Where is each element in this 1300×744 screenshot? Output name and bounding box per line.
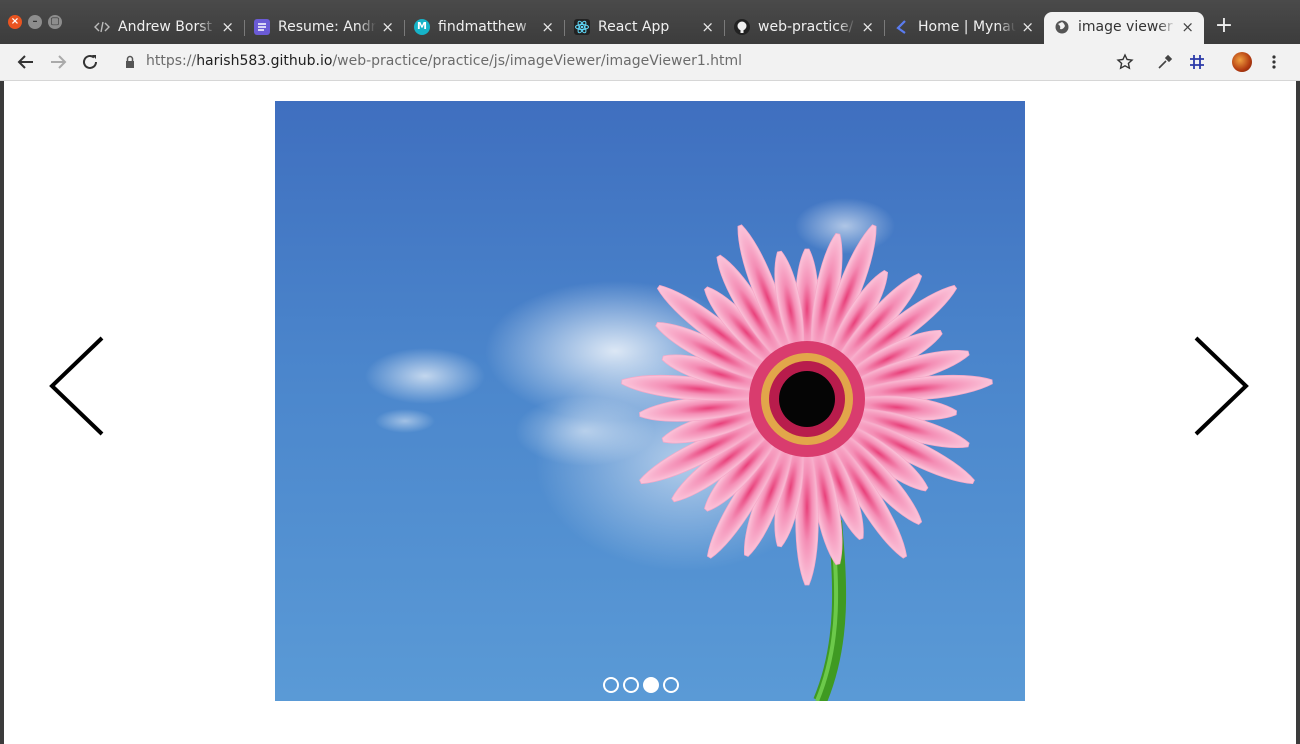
tab-home-mynau[interactable]: Home | Mynau × bbox=[884, 12, 1044, 44]
menu-kebab-icon[interactable] bbox=[1264, 52, 1284, 72]
tab-react-app[interactable]: React App × bbox=[564, 12, 724, 44]
url-path: /web-practice/practice/js/imageViewer/im… bbox=[332, 53, 743, 69]
tab-andrew-borst[interactable]: Andrew Borst × bbox=[84, 12, 244, 44]
tab-title: web-practice/ bbox=[758, 19, 854, 35]
next-arrow-button[interactable] bbox=[1194, 336, 1250, 436]
tab-title: image viewer bbox=[1078, 19, 1173, 35]
slide-dot[interactable] bbox=[663, 677, 679, 693]
tab-close-button[interactable]: × bbox=[221, 12, 234, 42]
window-controls: × – ▢ bbox=[8, 15, 62, 29]
page-content bbox=[4, 81, 1296, 744]
k-logo-icon bbox=[894, 19, 910, 35]
docs-icon bbox=[254, 19, 270, 35]
back-icon[interactable] bbox=[16, 52, 36, 72]
tab-title: React App bbox=[598, 19, 670, 35]
forward-icon[interactable] bbox=[48, 52, 68, 72]
tab-title: Home | Mynau bbox=[918, 19, 1016, 35]
tab-web-practice[interactable]: web-practice/ × bbox=[724, 12, 884, 44]
slide-indicators bbox=[603, 677, 679, 693]
url-scheme: https:// bbox=[146, 53, 197, 69]
globe-icon bbox=[1054, 19, 1070, 35]
window-minimize-button[interactable]: – bbox=[28, 15, 42, 29]
browser-toolbar: https://harish583.github.io/web-practice… bbox=[0, 44, 1300, 81]
new-tab-button[interactable]: + bbox=[1204, 12, 1244, 44]
profile-avatar[interactable] bbox=[1232, 52, 1252, 72]
tab-resume[interactable]: Resume: Andr × bbox=[244, 12, 404, 44]
code-icon bbox=[94, 19, 110, 35]
tab-title: findmatthew bbox=[438, 19, 527, 35]
lock-icon[interactable] bbox=[120, 52, 140, 72]
image-viewer bbox=[275, 101, 1025, 701]
flower-image bbox=[365, 198, 993, 701]
address-bar[interactable]: https://harish583.github.io/web-practice… bbox=[146, 53, 742, 69]
github-icon bbox=[734, 19, 750, 35]
tab-title: Andrew Borst bbox=[118, 19, 213, 35]
tab-close-button[interactable]: × bbox=[381, 12, 394, 42]
grid-extension-icon[interactable] bbox=[1187, 52, 1207, 72]
tab-close-button[interactable]: × bbox=[541, 12, 554, 42]
eyedropper-icon[interactable] bbox=[1155, 52, 1175, 72]
tab-close-button[interactable]: × bbox=[1181, 12, 1194, 42]
previous-arrow-button[interactable] bbox=[48, 336, 104, 436]
tab-close-button[interactable]: × bbox=[861, 12, 874, 42]
url-host: harish583.github.io bbox=[196, 53, 333, 69]
title-bar: × – ▢ Andrew Borst × Resume: Andr × M fi… bbox=[0, 0, 1300, 44]
tab-close-button[interactable]: × bbox=[701, 12, 714, 42]
tab-close-button[interactable]: × bbox=[1021, 12, 1034, 42]
tab-findmatthew[interactable]: M findmatthew × bbox=[404, 12, 564, 44]
m-logo-icon: M bbox=[414, 19, 430, 35]
tab-strip: Andrew Borst × Resume: Andr × M findmatt… bbox=[84, 12, 1244, 44]
slide-dot[interactable] bbox=[623, 677, 639, 693]
window-close-button[interactable]: × bbox=[8, 15, 22, 29]
slide-dot[interactable] bbox=[603, 677, 619, 693]
react-icon bbox=[574, 19, 590, 35]
window-maximize-button[interactable]: ▢ bbox=[48, 15, 62, 29]
tab-image-viewer[interactable]: image viewer × bbox=[1044, 12, 1204, 44]
tab-title: Resume: Andr bbox=[278, 19, 376, 35]
slide-dot-active[interactable] bbox=[643, 677, 659, 693]
bookmark-star-icon[interactable] bbox=[1115, 52, 1135, 72]
reload-icon[interactable] bbox=[80, 52, 100, 72]
